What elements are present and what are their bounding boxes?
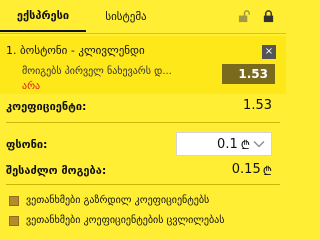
option-label: ვეთანხმები კოეფიციენტების ცვლილებას [26, 215, 225, 226]
option-label: ვეთანხმები გაზრდილ კოეფიციენტებს [26, 195, 210, 206]
stake-label: ფსონი: [6, 138, 48, 151]
coefficient-value: 1.53 [243, 98, 272, 113]
accept-odds-change-option[interactable]: ვეთანხმები კოეფიციენტების ცვლილებას [9, 215, 224, 226]
divider [6, 184, 280, 185]
bet-item: 1. ბოსტონი - კლივლენდი × მოიგებს პირველ … [0, 36, 286, 94]
tab-system[interactable]: სისტემა [86, 0, 166, 32]
currency-icon: ₾ [262, 164, 272, 178]
potential-win: 0.15 ₾ [232, 162, 272, 179]
potential-win-label: შესაძლო მოგება: [6, 164, 107, 177]
accept-odds-change-checkbox[interactable] [9, 215, 19, 226]
tabs-divider [0, 33, 286, 34]
unlock-icon[interactable] [236, 8, 252, 24]
event-title: 1. ბოსტონი - კლივლენდი [6, 44, 145, 57]
potential-win-value: 0.15 [231, 162, 261, 177]
chevron-down-icon[interactable] [253, 140, 265, 148]
tab-express[interactable]: ექსპრესი [0, 0, 86, 32]
stake-input[interactable]: 0.1 ₾ [176, 132, 272, 156]
accept-higher-odds-checkbox[interactable] [9, 195, 19, 206]
divider [6, 122, 280, 123]
bet-slip-tabs: ექსპრესი სისტემა [0, 0, 286, 32]
remove-bet-button[interactable]: × [262, 45, 276, 59]
odd-value: 1.53 [222, 64, 275, 84]
market-name: მოიგებს პირველ ნახევარს დ... [22, 66, 172, 77]
lock-controls [236, 8, 276, 24]
currency-icon: ₾ [240, 137, 250, 152]
accept-higher-odds-option[interactable]: ვეთანხმები გაზრდილ კოეფიციენტებს [9, 195, 209, 206]
selection-name: არა [22, 81, 41, 92]
lock-icon[interactable] [260, 8, 276, 24]
coefficient-label: კოეფიციენტი: [6, 100, 87, 113]
stake-value: 0.1 [217, 136, 238, 152]
